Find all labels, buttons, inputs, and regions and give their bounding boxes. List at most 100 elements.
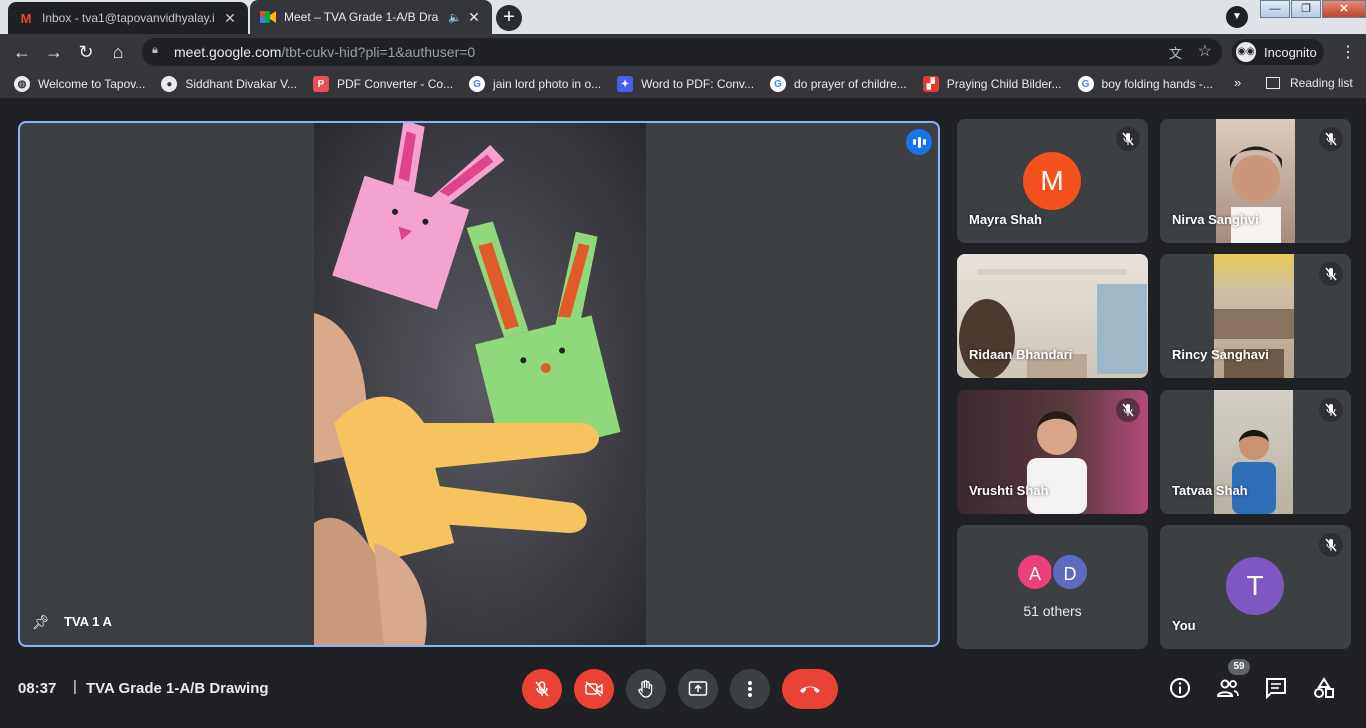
mic-toggle-button[interactable]	[522, 669, 562, 709]
forward-arrow-icon[interactable]: →	[42, 40, 66, 64]
bookmark-item[interactable]: ◍ Welcome to Tapov...	[14, 76, 145, 92]
mic-off-icon	[535, 681, 549, 697]
bookmark-item[interactable]: P PDF Converter - Co...	[313, 76, 453, 92]
camera-toggle-button[interactable]	[574, 669, 614, 709]
mic-off-icon	[1319, 127, 1343, 151]
people-button[interactable]	[1216, 676, 1240, 700]
hand-icon	[638, 680, 653, 698]
bookmark-item[interactable]: ✦ Word to PDF: Conv...	[617, 76, 754, 92]
close-tab-icon[interactable]: ✕	[466, 9, 482, 26]
participant-tile[interactable]: M Mayra Shah	[957, 119, 1148, 243]
incognito-icon: ◉◉	[1236, 42, 1256, 62]
people-icon	[1216, 679, 1239, 697]
more-options-button[interactable]	[730, 669, 770, 709]
bookmark-item[interactable]: Gdo prayer of childre...	[770, 76, 907, 92]
participant-tile[interactable]: Vrushti Shah	[957, 390, 1148, 514]
reload-icon[interactable]: ↻	[74, 40, 98, 64]
incognito-label: Incognito	[1264, 44, 1317, 60]
mic-off-icon	[1319, 262, 1343, 286]
tile-name: You	[1172, 618, 1196, 633]
tab-strip: M Inbox - tva1@tapovanvidhyalay.i ✕ Meet…	[0, 0, 1366, 34]
main-video-tile[interactable]: 📌︎ TVA 1 A	[18, 121, 940, 647]
more-vert-icon	[748, 681, 752, 697]
tile-name: Mayra Shah	[969, 212, 1042, 227]
tile-name: Tatvaa Shah	[1172, 483, 1248, 498]
tab-inbox[interactable]: M Inbox - tva1@tapovanvidhyalay.i ✕	[8, 2, 248, 34]
others-tile[interactable]: A D 51 others	[957, 525, 1148, 649]
avatar: D	[1051, 553, 1089, 591]
tab-title: Inbox - tva1@tapovanvidhyalay.i	[42, 11, 215, 25]
avatar: M	[1023, 152, 1081, 210]
bookmarks-overflow-icon[interactable]: »	[1234, 75, 1241, 90]
leave-call-button[interactable]	[782, 669, 838, 709]
back-arrow-icon[interactable]: ←	[10, 40, 34, 64]
google-icon: G	[1077, 76, 1094, 92]
person-icon: ●	[161, 76, 178, 92]
hang-up-icon	[800, 686, 820, 693]
maximize-icon[interactable]: ❐	[1291, 0, 1321, 18]
reading-list-button[interactable]: Reading list	[1266, 76, 1353, 90]
new-tab-button[interactable]: +	[496, 5, 522, 31]
tab-meet[interactable]: Meet – TVA Grade 1-A/B Dra 🔈 ✕	[250, 0, 492, 34]
translate-icon[interactable]: 文	[1169, 43, 1182, 62]
meeting-controls-bar: 08:37 | TVA Grade 1-A/B Drawing 59	[0, 659, 1366, 728]
address-bar[interactable]: 🔒︎ meet.google.com/tbt-cukv-hid?pli=1&au…	[142, 38, 1222, 66]
bookmarks-bar: ◍ Welcome to Tapov... ● Siddhant Divakar V…	[0, 70, 1366, 98]
tile-name: Rincy Sanghavi	[1172, 347, 1269, 362]
presenter-video	[314, 123, 646, 645]
info-icon	[1170, 678, 1190, 698]
browser-toolbar: ← → ↻ ⌂ 🔒︎ meet.google.com/tbt-cukv-hid?…	[0, 34, 1366, 70]
speaker-icon[interactable]: 🔈	[448, 11, 462, 24]
close-window-icon[interactable]: ✕	[1322, 0, 1366, 18]
url-text: meet.google.com/tbt-cukv-hid?pli=1&authu…	[174, 44, 476, 60]
title-separator: |	[73, 678, 77, 695]
gmail-icon: M	[20, 10, 32, 26]
avatar: A	[1016, 553, 1054, 591]
raise-hand-button[interactable]	[626, 669, 666, 709]
participant-count-badge: 59	[1228, 659, 1250, 675]
participant-tile[interactable]: Ridaan Bhandari	[957, 254, 1148, 378]
word-pdf-icon: ✦	[617, 76, 634, 92]
chat-icon	[1266, 678, 1286, 699]
participant-tile[interactable]: Tatvaa Shah	[1160, 390, 1351, 514]
participant-tile[interactable]: Rincy Sanghavi	[1160, 254, 1351, 378]
activities-button[interactable]	[1312, 676, 1336, 700]
participant-tile[interactable]: Nirva Sanghvi	[1160, 119, 1351, 243]
others-count: 51 others	[1023, 603, 1082, 619]
pdf-icon: P	[313, 76, 330, 92]
activities-icon	[1314, 677, 1334, 698]
bookmark-item[interactable]: ▞ Praying Child Bilder...	[922, 76, 1062, 92]
browser-menu-icon[interactable]: ⋮	[1338, 42, 1358, 62]
bookmark-item[interactable]: Gjain lord photo in o...	[469, 76, 601, 92]
tile-name: Nirva Sanghvi	[1172, 212, 1259, 227]
google-icon: G	[469, 76, 486, 92]
lock-icon[interactable]: 🔒︎	[152, 44, 164, 58]
tab-search-icon[interactable]: ▼	[1226, 6, 1248, 28]
pin-icon[interactable]: 📌︎	[32, 614, 50, 631]
home-icon[interactable]: ⌂	[106, 40, 130, 64]
meeting-details-button[interactable]	[1168, 676, 1192, 700]
window-controls: — ❐ ✕	[1259, 0, 1366, 18]
bookmark-item[interactable]: ● Siddhant Divakar V...	[161, 76, 297, 92]
present-screen-button[interactable]	[678, 669, 718, 709]
present-icon	[688, 681, 708, 696]
mic-off-icon	[1319, 398, 1343, 422]
globe-icon: ◍	[14, 76, 30, 92]
tab-title: Meet – TVA Grade 1-A/B Dra	[284, 10, 439, 24]
incognito-indicator[interactable]: ◉◉ Incognito	[1232, 39, 1324, 65]
mic-off-icon	[1116, 127, 1140, 151]
google-icon: G	[770, 76, 787, 92]
self-tile[interactable]: T You	[1160, 525, 1351, 649]
reading-list-icon	[1266, 77, 1280, 89]
close-tab-icon[interactable]: ✕	[222, 10, 238, 27]
minimize-icon[interactable]: —	[1260, 0, 1290, 18]
tile-name: TVA 1 A	[64, 614, 112, 629]
tile-name: Ridaan Bhandari	[969, 347, 1073, 362]
bookmark-item[interactable]: Gboy folding hands -...	[1077, 76, 1213, 92]
mic-off-icon	[1116, 398, 1140, 422]
camera-off-icon	[585, 681, 603, 697]
chat-button[interactable]	[1264, 676, 1288, 700]
tile-name: Vrushti Shah	[969, 483, 1049, 498]
bookmark-star-icon[interactable]: ☆	[1198, 41, 1212, 61]
image-site-icon: ▞	[922, 76, 939, 92]
